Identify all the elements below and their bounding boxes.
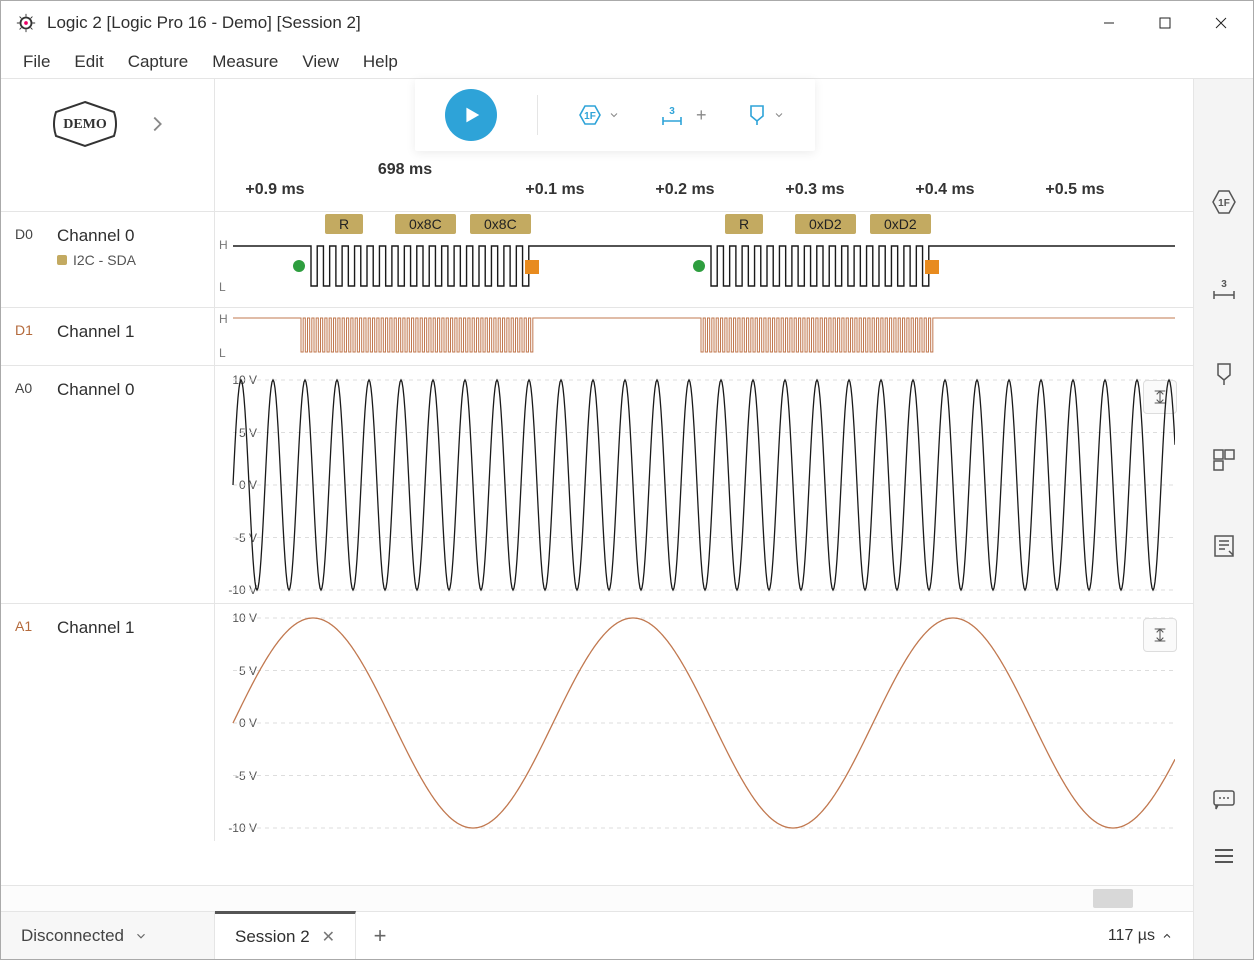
ruler-mark: +0.4 ms — [915, 181, 974, 199]
chevron-down-icon — [773, 109, 785, 121]
protocol-color-icon — [57, 255, 67, 265]
menu-edit[interactable]: Edit — [66, 48, 111, 76]
ruler-mark: +0.1 ms — [525, 181, 584, 199]
notes-panel-button[interactable] — [1211, 533, 1237, 559]
channel-id: D0 — [15, 226, 43, 293]
add-session-button[interactable]: + — [356, 912, 404, 959]
extensions-panel-button[interactable] — [1211, 447, 1237, 473]
timeline-minimap[interactable] — [1, 885, 1193, 911]
ruler-mark: +0.9 ms — [245, 181, 304, 199]
plus-icon: + — [696, 105, 707, 126]
zoom-readout[interactable]: 117 µs — [1088, 912, 1193, 959]
track-d1[interactable]: D1 Channel 1 H L — [1, 307, 1193, 365]
session-tab[interactable]: Session 2 ✕ — [215, 911, 356, 959]
stop-marker-icon — [925, 260, 939, 274]
decode-tag[interactable]: 0xD2 — [870, 214, 931, 234]
svg-text:DEMO: DEMO — [63, 117, 107, 132]
chevron-up-icon — [1161, 930, 1173, 942]
analyzers-panel-button[interactable]: 1F — [1211, 189, 1237, 215]
svg-text:1F: 1F — [1218, 198, 1230, 209]
channel-id: D1 — [15, 322, 43, 351]
decode-tag[interactable]: R — [325, 214, 363, 234]
ruler-mark: +0.2 ms — [655, 181, 714, 199]
svg-text:1F: 1F — [584, 111, 596, 122]
svg-text:3: 3 — [669, 106, 675, 117]
menu-help[interactable]: Help — [355, 48, 406, 76]
channel-name: Channel 0 — [57, 226, 136, 246]
minimap-thumb[interactable] — [1093, 889, 1133, 908]
decode-tag[interactable]: 0x8C — [395, 214, 456, 234]
ruler-mark: +0.5 ms — [1045, 181, 1104, 199]
menu-measure[interactable]: Measure — [204, 48, 286, 76]
session-tab-label: Session 2 — [235, 927, 310, 947]
start-marker-icon — [293, 260, 305, 272]
capture-toolbar: 1F 3 + — [415, 79, 815, 151]
demo-badge-icon: DEMO — [48, 98, 122, 150]
window-title: Logic 2 [Logic Pro 16 - Demo] [Session 2… — [47, 13, 361, 33]
toolbar-divider — [537, 95, 538, 135]
time-ruler[interactable]: 698 ms +0.9 ms +0.1 ms +0.2 ms +0.3 ms +… — [215, 169, 1193, 211]
stop-marker-icon — [525, 260, 539, 274]
measurements-add-button[interactable]: 3 + — [660, 103, 707, 127]
start-capture-button[interactable] — [445, 89, 497, 141]
channel-name: Channel 0 — [57, 380, 135, 400]
decode-tag[interactable]: 0xD2 — [795, 214, 856, 234]
right-sidebar: 1F 3 — [1193, 79, 1253, 959]
channel-id: A0 — [15, 380, 43, 589]
title-bar: Logic 2 [Logic Pro 16 - Demo] [Session 2… — [1, 1, 1253, 45]
app-icon — [15, 12, 37, 34]
markers-dropdown[interactable] — [747, 103, 785, 127]
decode-tag[interactable]: R — [725, 214, 763, 234]
start-marker-icon — [693, 260, 705, 272]
device-expand-button[interactable] — [146, 113, 168, 135]
window-maximize-button[interactable] — [1137, 1, 1193, 45]
analyzers-dropdown[interactable]: 1F — [578, 103, 620, 127]
ruler-center-time: 698 ms — [378, 161, 432, 179]
track-d0[interactable]: D0 Channel 0 I2C - SDA H L R0x8C0x8CR0xD… — [1, 211, 1193, 307]
session-close-button[interactable]: ✕ — [322, 927, 335, 947]
channel-protocol: I2C - SDA — [57, 252, 136, 268]
markers-panel-button[interactable] — [1211, 361, 1237, 387]
measurements-panel-button[interactable]: 3 — [1211, 275, 1237, 301]
channel-id: A1 — [15, 618, 43, 827]
menu-capture[interactable]: Capture — [120, 48, 196, 76]
status-bar: Disconnected Session 2 ✕ + 117 µs — [1, 911, 1193, 959]
window-close-button[interactable] — [1193, 1, 1249, 45]
device-panel: DEMO — [1, 79, 215, 169]
window-minimize-button[interactable] — [1081, 1, 1137, 45]
svg-text:3: 3 — [1221, 279, 1227, 290]
menu-view[interactable]: View — [294, 48, 347, 76]
track-a0[interactable]: A0 Channel 0 10 V5 V0 V-5 V-10 V — [1, 365, 1193, 603]
feedback-button[interactable] — [1211, 787, 1237, 813]
menu-bar: File Edit Capture Measure View Help — [1, 45, 1253, 79]
device-status-dropdown[interactable]: Disconnected — [1, 912, 215, 959]
chevron-down-icon — [134, 929, 148, 943]
ruler-mark: +0.3 ms — [785, 181, 844, 199]
channel-name: Channel 1 — [57, 322, 135, 342]
chevron-down-icon — [608, 109, 620, 121]
track-a1[interactable]: A1 Channel 1 10 V5 V0 V-5 V-10 V — [1, 603, 1193, 841]
menu-file[interactable]: File — [15, 48, 58, 76]
main-menu-button[interactable] — [1211, 843, 1237, 869]
channel-name: Channel 1 — [57, 618, 135, 638]
decode-tag[interactable]: 0x8C — [470, 214, 531, 234]
